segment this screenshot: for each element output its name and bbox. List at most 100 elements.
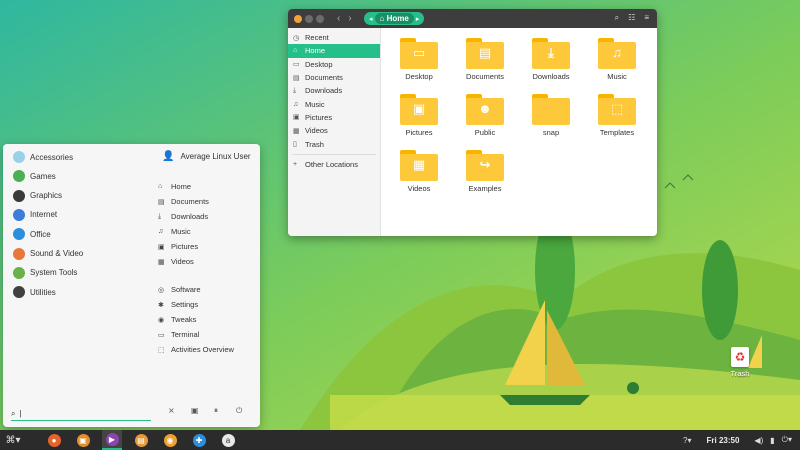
system-activities-overview[interactable]: ⬚ Activities Overview [158,345,234,354]
category-system-tools[interactable]: System Tools [13,266,77,279]
file-manager-window: ‹ › ◂ ⌂ Home ▸ ⌕ ☷ ≡ ◷ Recent ⌂ Home ▭ Deskto… [288,9,657,236]
graphics-icon [13,189,25,202]
maximize-button[interactable] [316,14,324,23]
folder-music[interactable]: ♫ Music [587,38,647,81]
sound-video-icon [13,247,25,260]
breadcrumb-home[interactable]: ⌂ Home [374,13,414,24]
file-manager-headerbar: ‹ › ◂ ⌂ Home ▸ ⌕ ☷ ≡ [288,9,657,28]
folder-label: snap [542,128,560,137]
sidebar-item-other-locations[interactable]: + Other Locations [288,158,380,171]
taskbar-app-toolbox[interactable]: ▣ [73,430,93,450]
user-entry[interactable]: 👤 Average Linux User [162,151,251,162]
logout-icon[interactable]: ⨯ [168,406,175,415]
place-music[interactable]: ♫ Music [158,227,191,236]
video-icon: ▦ [158,258,165,266]
back-button[interactable]: ‹ [337,13,340,24]
place-pictures[interactable]: ▣ Pictures [158,242,198,251]
view-toggle-icon[interactable]: ☷ [628,13,635,23]
sidebar-item-desktop[interactable]: ▭ Desktop [288,58,380,71]
power-icon[interactable]: ⏻ [236,406,242,416]
folder-templates[interactable]: ⬚ Templates [587,94,647,137]
help-icon[interactable]: ?▾ [683,436,691,445]
sidebar-item-music[interactable]: ♫ Music [288,97,380,110]
sidebar-item-pictures[interactable]: ▣ Pictures [288,111,380,124]
folder-label: Music [607,72,627,81]
category-games[interactable]: Games [13,170,56,183]
desktop-trash[interactable]: ♻ Trash [726,347,754,378]
sidebar-item-videos[interactable]: ▦ Videos [288,124,380,137]
help-icon: ✚ [192,433,206,447]
sidebar-item-documents[interactable]: ▤ Documents [288,71,380,84]
folder-documents[interactable]: ▤ Documents [455,38,515,81]
folder-videos[interactable]: ▦ Videos [389,150,449,193]
video-icon: ▦ [412,157,426,172]
folder-icon: ▤ [466,38,504,69]
place-documents[interactable]: ▤ Documents [158,197,209,206]
folder-downloads[interactable]: ⤓ Downloads [521,38,581,81]
place-label: Music [171,227,191,236]
category-graphics[interactable]: Graphics [13,189,62,202]
download-icon: ⤓ [158,212,162,220]
folder-label: Templates [599,128,635,137]
system-label: Activities Overview [171,345,234,354]
games-icon [13,170,25,183]
taskbar-app-archive[interactable]: ▤ [131,430,151,450]
category-utilities[interactable]: Utilities [13,286,56,299]
lock-icon[interactable]: ▣ [191,406,199,415]
folder-snap[interactable]: snap [521,94,581,137]
music-icon: ♫ [158,228,164,235]
sidebar-item-downloads[interactable]: ⤓ Downloads [288,84,380,97]
taskbar-app-firefox[interactable]: ● [44,430,64,450]
search-input[interactable]: ⌕ | [11,407,151,421]
close-button[interactable] [294,14,302,23]
path-back-arrow[interactable]: ◂ [367,15,375,23]
sidebar-item-trash[interactable]: ▯ Trash [288,137,380,150]
menu-icon[interactable]: ≡ [644,13,649,23]
system-settings[interactable]: ✱ Settings [158,300,198,309]
folder-desktop[interactable]: ▭ Desktop [389,38,449,81]
sidebar-item-recent[interactable]: ◷ Recent [288,31,380,44]
folder-icon: ▦ [400,150,438,181]
app-grid-button[interactable]: ⌘▾ [3,430,23,450]
link-icon: ↪ [479,157,491,172]
category-office[interactable]: Office [13,228,51,241]
power-menu-icon[interactable]: ⏻▾ [782,435,792,445]
category-sound-video[interactable]: Sound & Video [13,247,83,260]
folder-label: Downloads [532,72,570,81]
folder-label: Public [474,128,496,137]
folder-pictures[interactable]: ▣ Pictures [389,94,449,137]
document-icon: ▤ [478,45,492,60]
path-forward-arrow[interactable]: ▸ [414,15,422,23]
taskbar-app-amazon[interactable]: a [218,430,238,450]
folder-public[interactable]: ☻ Public [455,94,515,137]
taskbar: ⌘▾ ● ▣ ▶ ▤ ◉ ✚ a ?▾ Fri 23:50 ◀) ▮ ⏻▾ [0,430,800,450]
category-accessories[interactable]: Accessories [13,151,73,163]
suspend-icon[interactable]: ⏸ [214,406,218,416]
sidebar-item-label: Desktop [305,59,333,69]
system-software[interactable]: ◎ Software [158,285,201,294]
category-label: Games [30,171,56,181]
taskbar-app-disk[interactable]: ◉ [160,430,180,450]
sidebar-item-home[interactable]: ⌂ Home [288,44,380,58]
place-downloads[interactable]: ⤓ Downloads [158,212,208,221]
forward-button[interactable]: › [348,13,351,24]
volume-icon[interactable]: ◀) [754,436,763,445]
system-terminal[interactable]: ▭ Terminal [158,330,199,339]
office-icon [13,228,25,241]
category-internet[interactable]: Internet [13,208,57,221]
sidebar-item-label: Documents [305,73,343,83]
download-icon: ⤓ [293,86,297,94]
folder-icon: ▣ [400,94,438,125]
place-videos[interactable]: ▦ Videos [158,257,194,266]
system-tweaks[interactable]: ◉ Tweaks [158,315,196,324]
battery-icon[interactable]: ▮ [770,436,774,445]
minimize-button[interactable] [305,14,313,23]
taskbar-app-help[interactable]: ✚ [189,430,209,450]
sidebar-item-label: Videos [305,126,328,136]
folder-examples[interactable]: ↪ Examples [455,150,515,193]
place-home[interactable]: ⌂ Home [158,182,191,191]
taskbar-app-media-player[interactable]: ▶ [102,430,122,450]
clock[interactable]: Fri 23:50 [707,436,740,445]
search-icon[interactable]: ⌕ [615,13,619,23]
place-label: Pictures [171,242,199,251]
